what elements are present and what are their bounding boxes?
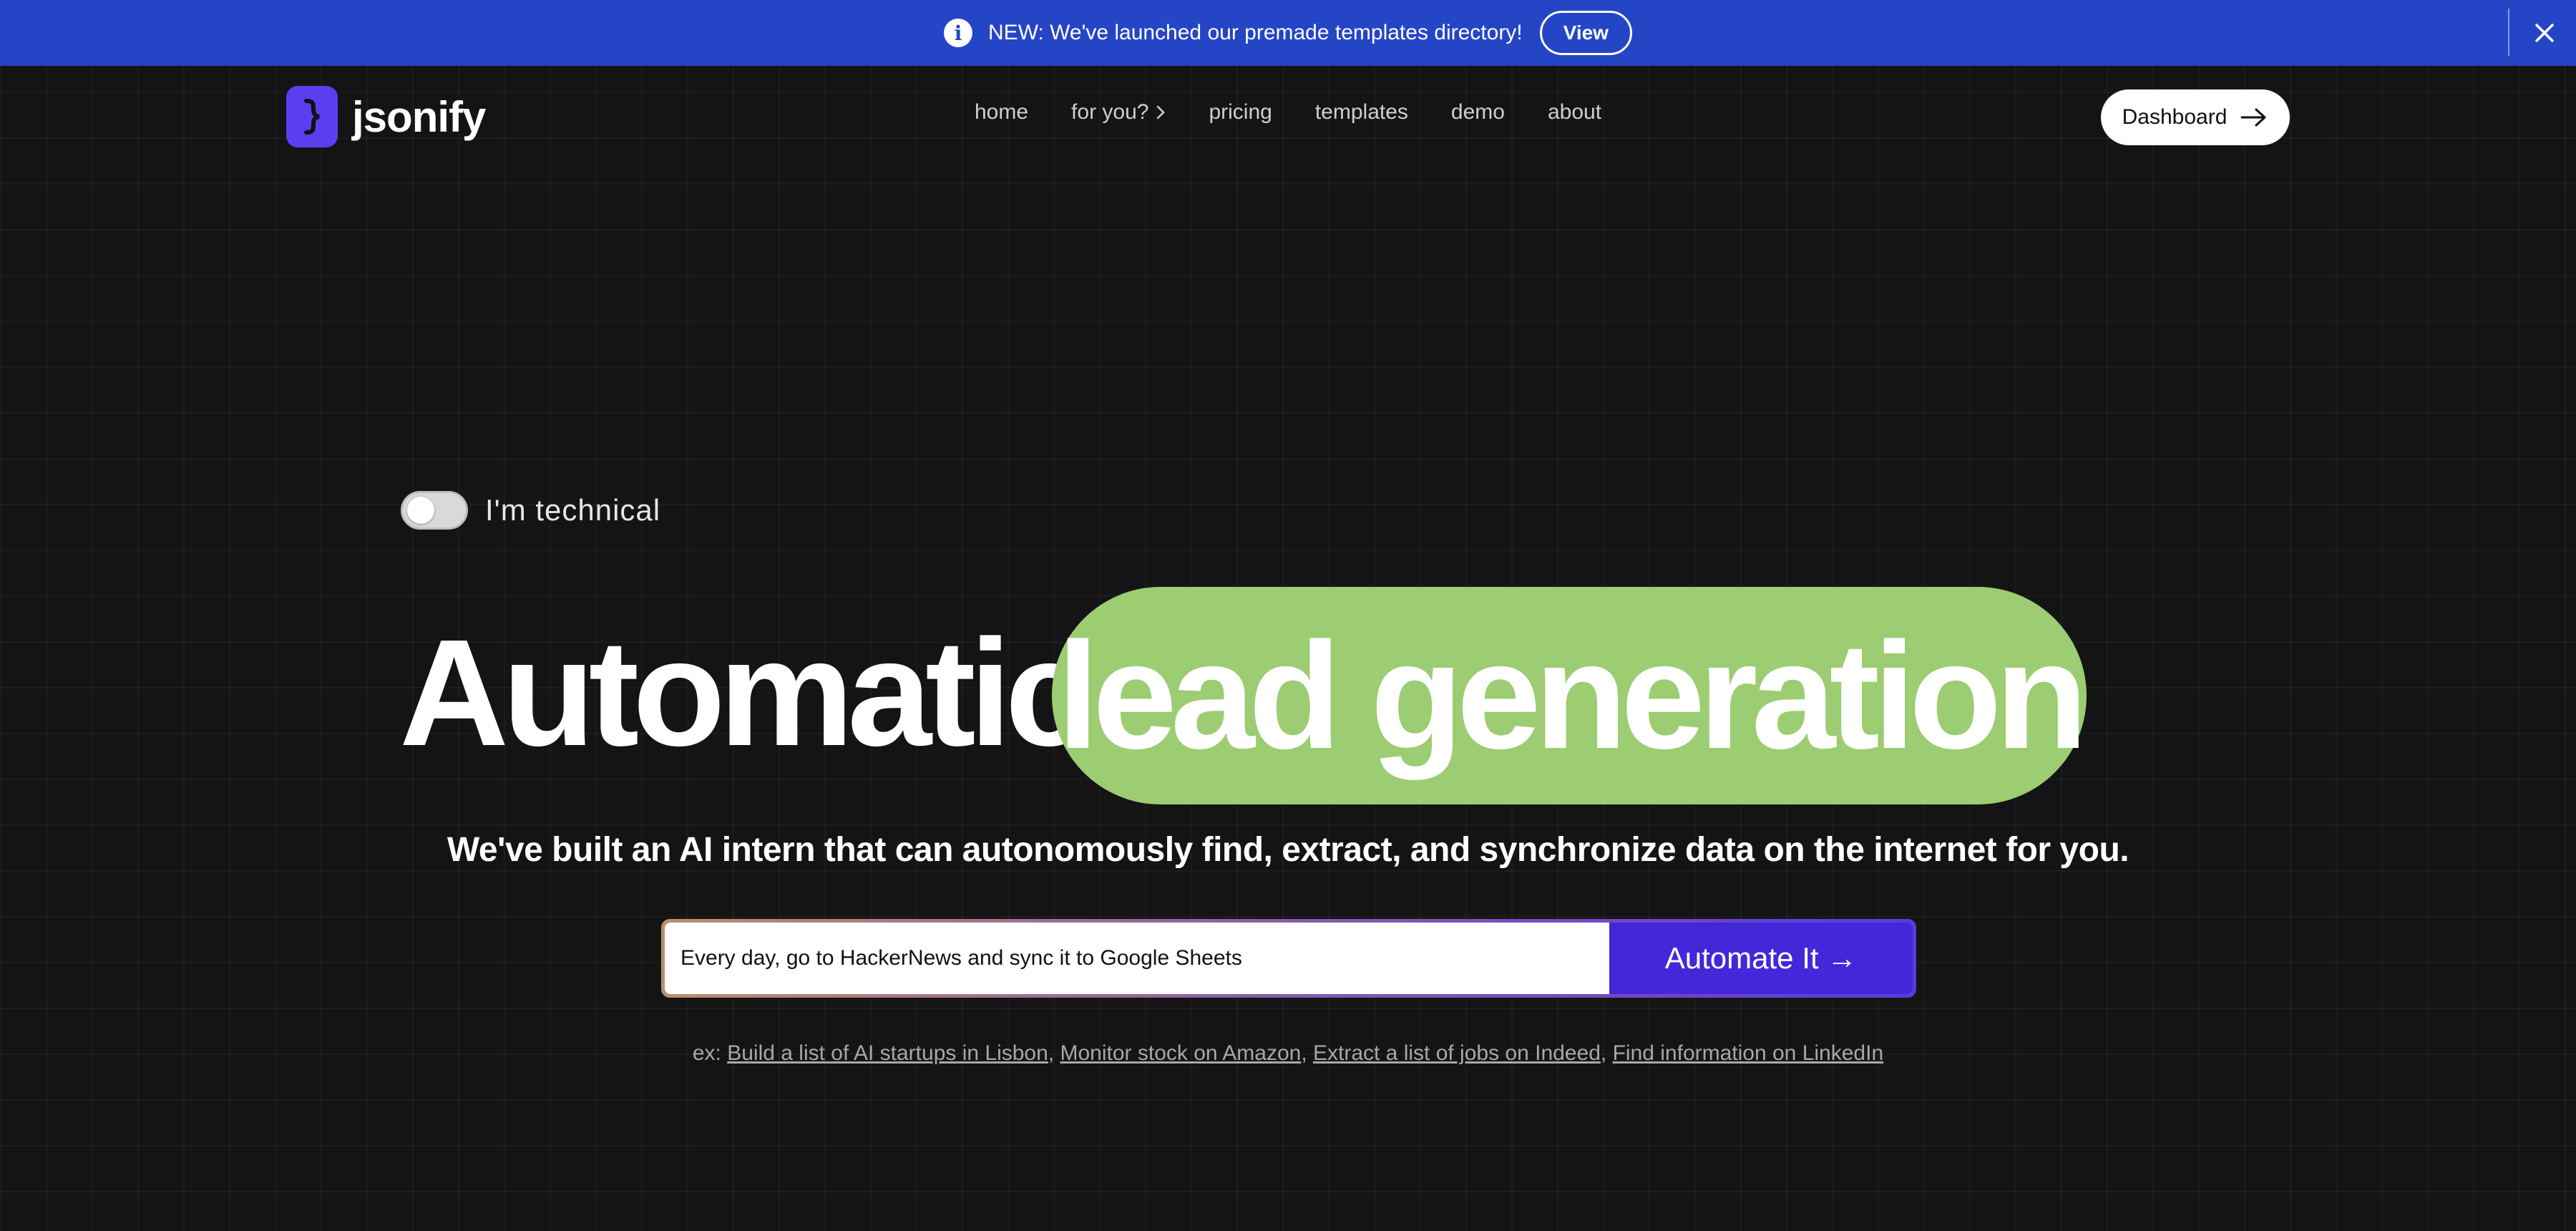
banner-text: NEW: We've launched our premade template…	[988, 21, 1523, 44]
toggle-knob	[407, 497, 434, 524]
nav-link-pricing[interactable]: pricing	[1209, 100, 1272, 125]
technical-toggle-label: I'm technical	[485, 493, 661, 527]
nav-link-home[interactable]: home	[975, 100, 1028, 125]
arrow-right-icon	[2240, 108, 2266, 127]
announcement-banner: i NEW: We've launched our premade templa…	[0, 0, 2576, 66]
page: i NEW: We've launched our premade templa…	[0, 0, 2576, 1231]
example-link-indeed-jobs[interactable]: Extract a list of jobs on Indeed	[1313, 1041, 1601, 1065]
automation-prompt-input[interactable]	[665, 923, 1609, 994]
example-link-linkedin[interactable]: Find information on LinkedIn	[1613, 1041, 1884, 1065]
example-prompts: ex: Build a list of AI startups in Lisbo…	[0, 1041, 2576, 1066]
nav-link-for-you-label: for you?	[1071, 100, 1149, 124]
headline-automatic: Automatic	[399, 608, 1090, 777]
info-icon: i	[944, 19, 973, 47]
logo-brace-icon	[286, 86, 338, 147]
automate-it-button[interactable]: Automate It →	[1609, 923, 1913, 994]
headline-highlight-pill: lead generation	[1052, 587, 2088, 804]
nav-links: home for you? pricing templates demo abo…	[975, 100, 1601, 125]
comma-separator: ,	[1600, 1041, 1613, 1065]
examples-prefix: ex:	[692, 1041, 728, 1065]
technical-toggle-row: I'm technical	[401, 491, 660, 530]
close-icon[interactable]	[2527, 16, 2562, 50]
view-button[interactable]: View	[1539, 11, 1632, 55]
subheadline: We've built an AI intern that can autono…	[447, 831, 2129, 869]
banner-divider	[2508, 9, 2509, 56]
dashboard-button[interactable]: Dashboard	[2101, 89, 2290, 145]
chevron-right-icon	[1157, 105, 1166, 120]
logo-text: jsonify	[352, 92, 486, 141]
banner-content: i NEW: We've launched our premade templa…	[944, 11, 1632, 55]
comma-separator: ,	[1301, 1041, 1313, 1065]
dashboard-label: Dashboard	[2122, 105, 2228, 129]
nav-link-demo[interactable]: demo	[1451, 100, 1505, 125]
automation-prompt-form: Automate It →	[661, 919, 1916, 998]
example-link-amazon-stock[interactable]: Monitor stock on Amazon	[1060, 1041, 1301, 1065]
technical-toggle[interactable]	[401, 491, 468, 530]
nav-link-about[interactable]: about	[1548, 100, 1601, 125]
top-navigation: jsonify home for you? pricing templates …	[0, 66, 2576, 169]
nav-link-for-you[interactable]: for you?	[1071, 100, 1166, 125]
headline-highlight-text: lead generation	[1057, 610, 2088, 780]
nav-link-templates[interactable]: templates	[1315, 100, 1408, 125]
example-link-ai-startups[interactable]: Build a list of AI startups in Lisbon	[727, 1041, 1048, 1065]
comma-separator: ,	[1048, 1041, 1060, 1065]
logo[interactable]: jsonify	[286, 86, 486, 147]
